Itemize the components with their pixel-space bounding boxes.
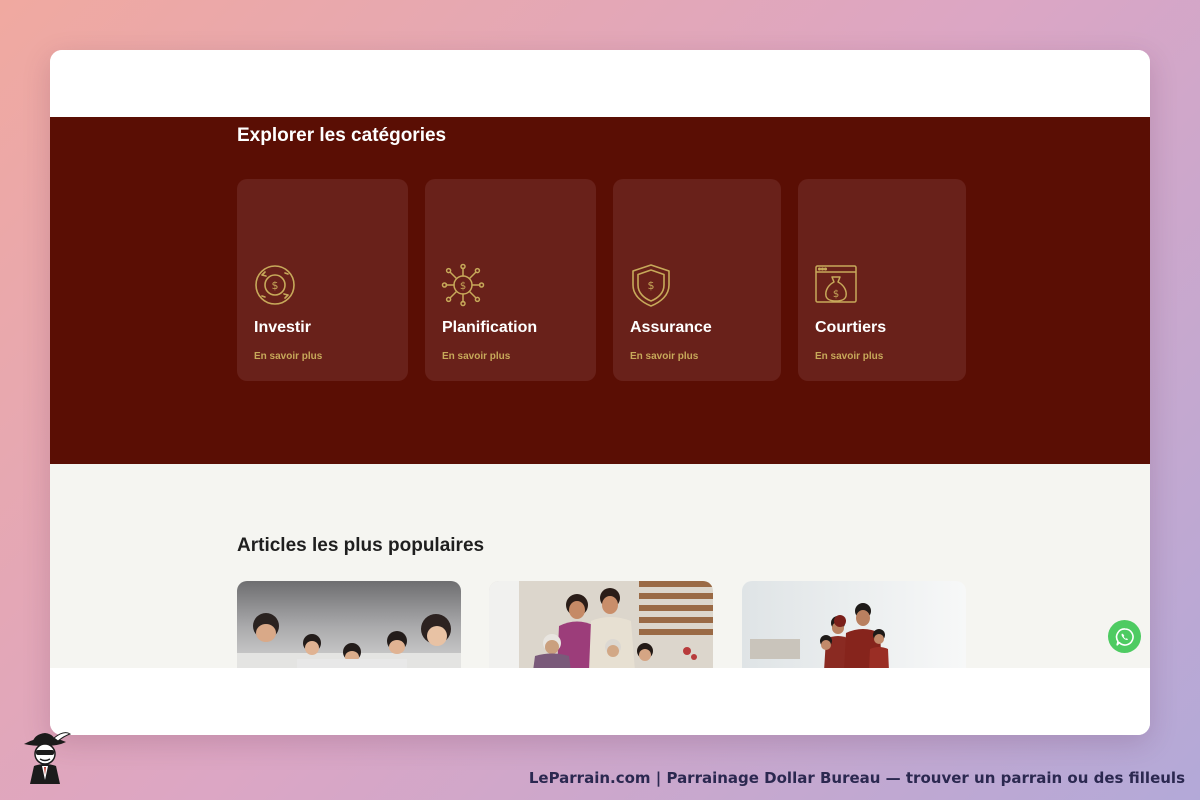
svg-text:$: $ bbox=[648, 279, 655, 292]
investment-cycle-icon: $ bbox=[255, 265, 295, 305]
category-name: Courtiers bbox=[815, 319, 887, 336]
category-tile-investir[interactable]: $ Investir En savoir plus bbox=[237, 179, 408, 381]
shield-dollar-icon: $ bbox=[632, 264, 670, 307]
svg-text:$: $ bbox=[460, 281, 466, 292]
learn-more-link[interactable]: En savoir plus bbox=[815, 351, 883, 362]
category-name: Investir bbox=[254, 319, 311, 336]
popular-articles-section: Articles les plus populaires bbox=[50, 464, 1150, 671]
footer-caption: LeParrain.com | Parrainage Dollar Bureau… bbox=[528, 769, 1185, 787]
multigenerational-family-photo bbox=[489, 581, 713, 671]
planning-network-icon: $ bbox=[441, 263, 485, 307]
learn-more-link[interactable]: En savoir plus bbox=[254, 351, 322, 362]
family-lying-on-floor-photo bbox=[237, 581, 461, 671]
svg-text:$: $ bbox=[272, 279, 279, 292]
whatsapp-icon bbox=[1115, 627, 1134, 646]
money-bag-browser-icon: $ bbox=[815, 265, 857, 303]
category-tile-assurance[interactable]: $ Assurance En savoir plus bbox=[613, 179, 781, 381]
family-at-home-photo bbox=[742, 581, 966, 671]
category-name: Planification bbox=[442, 319, 538, 336]
category-tile-courtiers[interactable]: $ Courtiers En savoir plus bbox=[798, 179, 966, 381]
browser-window: Explorer les catégories $ Investir En sa… bbox=[50, 50, 1150, 735]
categories-section: Explorer les catégories $ Investir En sa… bbox=[50, 117, 1150, 464]
leparrain-mascot-logo bbox=[24, 732, 72, 784]
header-area bbox=[50, 50, 1150, 117]
article-thumbnail-family-lying-on-floor-photo[interactable] bbox=[237, 581, 461, 671]
article-thumbnail-family-at-home-photo[interactable] bbox=[742, 581, 966, 671]
article-thumbnail-multigenerational-family-photo[interactable] bbox=[489, 581, 713, 671]
learn-more-link[interactable]: En savoir plus bbox=[630, 351, 698, 362]
svg-text:$: $ bbox=[833, 289, 839, 300]
learn-more-link[interactable]: En savoir plus bbox=[442, 351, 510, 362]
categories-title: Explorer les catégories bbox=[237, 125, 447, 146]
popular-articles-title: Articles les plus populaires bbox=[237, 535, 485, 556]
category-name: Assurance bbox=[630, 319, 712, 336]
footer-area bbox=[50, 668, 1150, 735]
category-tile-planification[interactable]: $ Planification En savoir plus bbox=[425, 179, 596, 381]
whatsapp-button[interactable] bbox=[1108, 620, 1141, 653]
